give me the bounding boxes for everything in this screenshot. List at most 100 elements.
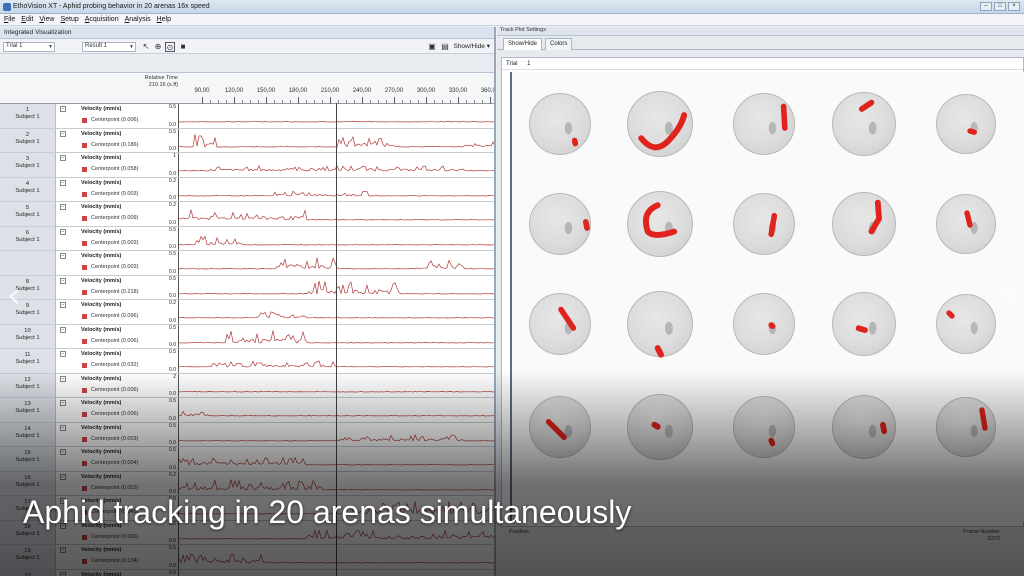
row-header[interactable]: 2 Subject 1 — [0, 128, 56, 152]
subject-name: Subject 1 — [15, 138, 40, 145]
collapse-icon[interactable]: − — [60, 400, 66, 406]
track-path — [768, 322, 776, 330]
collapse-icon[interactable]: − — [60, 179, 66, 186]
row-header[interactable]: 13 Subject 1 — [0, 398, 56, 422]
subject-name: Subject 1 — [15, 187, 40, 194]
row-header[interactable]: 12 Subject 1 — [0, 373, 56, 397]
row-header[interactable]: 3 Subject 1 — [0, 153, 56, 177]
variable-name: Velocity (mm/s) — [81, 351, 122, 357]
arena[interactable] — [627, 191, 693, 257]
collapse-icon[interactable]: − — [60, 253, 66, 259]
collapse-icon[interactable]: − — [60, 302, 66, 308]
arena[interactable] — [733, 293, 795, 355]
arena[interactable] — [936, 94, 996, 154]
arena[interactable] — [936, 294, 996, 354]
arena-number: 10 — [24, 327, 31, 334]
row-header[interactable]: 10 Subject 1 — [0, 324, 56, 348]
arena[interactable] — [529, 93, 591, 155]
collapse-icon[interactable]: − — [60, 351, 66, 357]
arena[interactable] — [733, 93, 795, 155]
subject-name: Subject 1 — [15, 212, 40, 218]
y-min-label: 0.0 — [169, 219, 176, 226]
row-header[interactable]: 11 Subject 1 — [0, 349, 56, 373]
menu-edit[interactable]: Edit — [21, 16, 33, 23]
arena[interactable] — [627, 291, 693, 358]
collapse-icon[interactable]: − — [60, 204, 66, 210]
maximize-icon[interactable]: □ — [994, 2, 1006, 11]
menu-view[interactable]: View — [39, 16, 54, 23]
arena[interactable] — [936, 397, 996, 457]
arena-track-svg — [768, 321, 777, 335]
row-header[interactable]: 15 Subject 1 — [0, 447, 56, 471]
time-tick-label: 270,00 — [384, 88, 404, 94]
arena[interactable] — [529, 193, 591, 255]
collapse-icon[interactable]: − — [60, 449, 66, 455]
series-color-swatch — [82, 314, 87, 319]
collapse-icon[interactable]: − — [60, 155, 66, 161]
time-tick-label: 90,00 — [194, 88, 210, 94]
row-header[interactable]: 14 Subject 1 — [0, 422, 56, 446]
menu-analysis[interactable]: Analysis — [125, 16, 151, 23]
next-arrow-icon[interactable]: › — [998, 278, 1022, 314]
pointer-icon[interactable]: ↖ — [141, 42, 151, 52]
arena[interactable] — [529, 293, 591, 355]
arena[interactable] — [733, 193, 795, 255]
row-header[interactable]: 16 Subject 1 — [0, 471, 56, 495]
arena[interactable] — [936, 194, 996, 254]
layout-icon[interactable]: ▤ — [440, 42, 450, 52]
menu-setup[interactable]: Setup — [60, 16, 78, 23]
row-header[interactable]: 20Subject 1 — [0, 569, 56, 576]
collapse-icon[interactable]: − — [60, 277, 66, 284]
arena[interactable] — [627, 394, 693, 460]
collapse-icon[interactable]: − — [60, 473, 66, 480]
collapse-icon[interactable]: − — [60, 571, 66, 576]
collapse-icon[interactable]: − — [60, 106, 66, 112]
collapse-icon[interactable]: − — [60, 326, 66, 333]
row-header[interactable]: 5 Subject 1 — [0, 202, 56, 226]
collapse-icon[interactable]: − — [60, 130, 66, 137]
menu-help[interactable]: Help — [157, 16, 171, 23]
series-color-swatch — [82, 289, 87, 295]
row-header[interactable]: 1 Subject 1 — [0, 104, 56, 128]
arena[interactable] — [529, 396, 591, 458]
collapse-icon[interactable]: − — [60, 375, 66, 382]
time-tick-mark — [234, 97, 235, 104]
arena-number: 15 — [24, 450, 31, 456]
arena[interactable] — [832, 292, 896, 356]
variable-name: Velocity (mm/s) — [81, 228, 122, 235]
menu-file[interactable]: File — [4, 16, 15, 23]
close-icon[interactable]: × — [1008, 2, 1020, 11]
previous-arrow-icon[interactable]: ‹ — [2, 278, 26, 314]
arena-track-svg — [651, 421, 673, 438]
arena[interactable] — [733, 396, 795, 458]
aphid-shape — [868, 321, 877, 335]
arena[interactable] — [832, 395, 896, 459]
camera-icon[interactable]: ■ — [178, 42, 188, 52]
arena-number: 3 — [25, 156, 30, 162]
trial-select[interactable]: Trial 1 ▼ — [3, 42, 55, 52]
zoom-icon[interactable]: ⊙ — [165, 42, 175, 52]
arena[interactable] — [832, 192, 896, 256]
tab-show-hide[interactable]: Show/Hide — [503, 38, 543, 50]
arena[interactable] — [832, 92, 896, 156]
minimize-icon[interactable]: – — [980, 2, 992, 11]
menu-acquisition[interactable]: Acquisition — [85, 16, 119, 23]
show-hide-button[interactable]: Show/Hide ▾ — [453, 42, 490, 50]
row-header[interactable] — [0, 251, 56, 275]
result-select[interactable]: Result 1 ▼ — [82, 42, 136, 52]
subject-name: Subject 1 — [15, 457, 40, 463]
row-header[interactable]: 4 Subject 1 — [0, 177, 56, 201]
zoom-in-icon[interactable]: ⊕ — [153, 42, 163, 52]
arena-number: 13 — [24, 401, 31, 407]
arena[interactable] — [627, 91, 693, 157]
track-plot-settings-title: Track Plot Settings — [497, 27, 1024, 36]
collapse-icon[interactable]: − — [60, 547, 66, 553]
row-header[interactable]: 6 Subject 1 — [0, 226, 56, 250]
collapse-icon[interactable]: − — [60, 228, 66, 235]
subject-name: Subject 1 — [15, 334, 40, 341]
row-header[interactable]: 19 Subject 1 — [0, 545, 56, 569]
save-icon[interactable]: ▣ — [427, 42, 437, 52]
track-path — [880, 421, 888, 435]
tab-colors[interactable]: Colors — [545, 38, 573, 50]
collapse-icon[interactable]: − — [60, 424, 66, 431]
